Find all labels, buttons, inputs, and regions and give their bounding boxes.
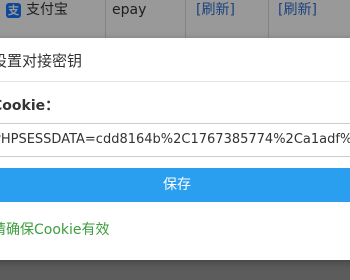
modal-body: Cookie： PHPSESSDATA=cdd8164b%2C176738577… xyxy=(0,82,350,260)
save-button[interactable]: 保存 xyxy=(0,168,350,202)
modal-header: 设置对接密钥 xyxy=(0,38,350,82)
page: 支 支付宝 epay [刷新] [刷新] 设置对接密钥 Cookie： PHPS… xyxy=(0,0,350,280)
cookie-input[interactable]: PHPSESSDATA=cdd8164b%2C1767385774%2Ca1ad… xyxy=(0,123,350,157)
cookie-label: Cookie： xyxy=(0,98,60,114)
modal-title: 设置对接密钥 xyxy=(0,52,83,70)
cookie-modal: 设置对接密钥 Cookie： PHPSESSDATA=cdd8164b%2C17… xyxy=(0,38,350,260)
hint-text: 请确保Cookie有效 xyxy=(0,222,110,238)
